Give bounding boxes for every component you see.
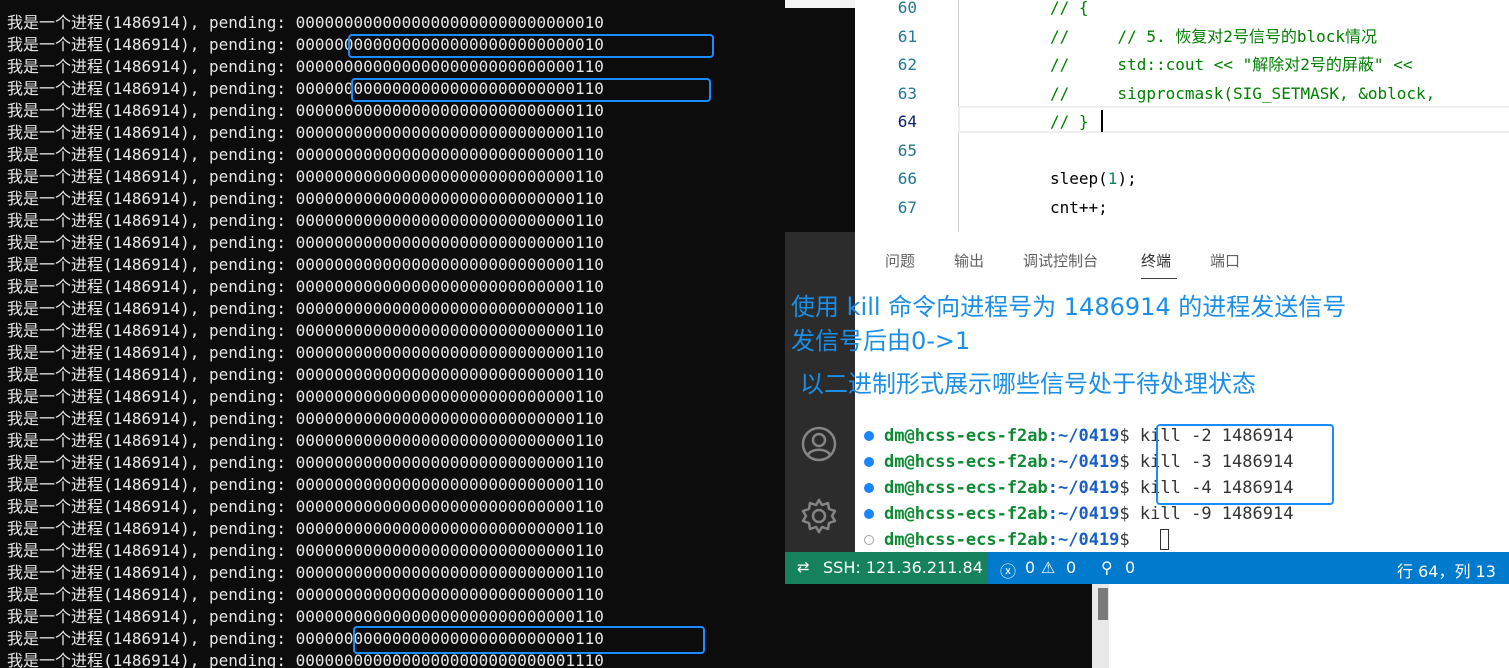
terminal-output-line: 我是一个进程(1486914), pending: 00000000000000… bbox=[7, 277, 604, 296]
prompt-symbol: $ bbox=[1119, 452, 1130, 472]
line-number: 64 bbox=[897, 112, 917, 131]
prompt-symbol: $ bbox=[1119, 478, 1130, 498]
prompt-path: :~/0419 bbox=[1047, 426, 1120, 446]
terminal-output-line: 我是一个进程(1486914), pending: 00000000000000… bbox=[7, 475, 604, 494]
command-status-icon[interactable] bbox=[864, 509, 874, 519]
prompt-user-host: dm@hcss-ecs-f2ab bbox=[884, 426, 1048, 446]
warning-count[interactable]: 0 bbox=[1066, 558, 1076, 577]
scrollbar-thumb[interactable] bbox=[1098, 588, 1108, 620]
terminal-command: kill -9 1486914 bbox=[1139, 504, 1294, 524]
annotation-kill-command: 使用 kill 命令向进程号为 1486914 的进程发送信号 bbox=[791, 293, 1347, 321]
line-number: 66 bbox=[897, 169, 917, 188]
line-number: 60 bbox=[897, 0, 917, 17]
terminal-output-line: 我是一个进程(1486914), pending: 00000000000000… bbox=[7, 299, 604, 318]
remote-indicator[interactable]: ⇄ SSH: 121.36.211.84 bbox=[785, 552, 988, 584]
account-icon[interactable] bbox=[799, 424, 839, 464]
pending-mask-highlight bbox=[351, 78, 711, 102]
terminal-output-line: 我是一个进程(1486914), pending: 00000000000000… bbox=[7, 233, 604, 252]
prompt-path: :~/0419 bbox=[1047, 478, 1120, 498]
annotation-binary-pending: 以二进制形式展示哪些信号处于待处理状态 bbox=[800, 370, 1256, 398]
window-edge bbox=[785, 0, 855, 8]
active-tab-indicator bbox=[1141, 278, 1177, 279]
code-line: // } bbox=[1050, 112, 1089, 131]
remote-icon: ⇄ bbox=[797, 558, 810, 576]
terminal-output-line: 我是一个进程(1486914), pending: 00000000000000… bbox=[7, 211, 604, 230]
command-status-icon[interactable] bbox=[864, 483, 874, 493]
terminal-output-line: 我是一个进程(1486914), pending: 00000000000000… bbox=[7, 519, 604, 538]
terminal-output-line: 我是一个进程(1486914), pending: 00000000000000… bbox=[7, 101, 604, 120]
tab-output[interactable]: 输出 bbox=[954, 250, 984, 271]
terminal-output-line: 我是一个进程(1486914), pending: 00000000000000… bbox=[7, 145, 604, 164]
annotation-zero-to-one: 发信号后由0->1 bbox=[791, 327, 971, 355]
terminal-output-line: 我是一个进程(1486914), pending: 00000000000000… bbox=[7, 387, 604, 406]
terminal-output-line: 我是一个进程(1486914), pending: 00000000000000… bbox=[7, 497, 604, 516]
pending-mask-highlight bbox=[348, 34, 714, 58]
kill-commands-highlight bbox=[1156, 424, 1334, 505]
ports-count[interactable]: 0 bbox=[1125, 558, 1135, 577]
command-status-icon[interactable] bbox=[864, 535, 874, 545]
prompt-path: :~/0419 bbox=[1047, 530, 1120, 550]
terminal-output-line: 我是一个进程(1486914), pending: 00000000000000… bbox=[7, 607, 604, 626]
terminal-cursor bbox=[1160, 529, 1169, 550]
gear-icon[interactable] bbox=[799, 496, 839, 536]
code-line: cnt++; bbox=[1050, 197, 1108, 217]
cursor-position[interactable]: 行 64，列 13 bbox=[1397, 558, 1496, 582]
code-line: // { bbox=[1050, 0, 1089, 17]
line-number: 63 bbox=[897, 83, 917, 103]
line-number: 62 bbox=[897, 55, 917, 74]
tab-ports[interactable]: 端口 bbox=[1210, 250, 1240, 271]
terminal-background bbox=[785, 584, 1092, 668]
terminal-output-line: 我是一个进程(1486914), pending: 00000000000000… bbox=[7, 343, 604, 362]
terminal-output-line: 我是一个进程(1486914), pending: 00000000000000… bbox=[7, 563, 604, 582]
pending-mask-highlight bbox=[353, 626, 705, 654]
line-number: 65 bbox=[897, 140, 917, 160]
terminal-output-line: 我是一个进程(1486914), pending: 00000000000000… bbox=[7, 431, 604, 450]
window-background bbox=[1092, 584, 1509, 668]
prompt-user-host: dm@hcss-ecs-f2ab bbox=[884, 478, 1048, 498]
tab-terminal[interactable]: 终端 bbox=[1141, 250, 1171, 271]
code-editor[interactable]: 60 61 62 63 64 65 66 67 // { // // 5. 恢复对2号信号的blo… bbox=[855, 0, 1509, 232]
prompt-symbol: $ bbox=[1119, 504, 1130, 524]
terminal-output-line: 我是一个进程(1486914), pending: 00000000000000… bbox=[7, 541, 604, 560]
current-line-highlight bbox=[958, 106, 1509, 133]
prompt-path: :~/0419 bbox=[1047, 504, 1120, 524]
terminal-output-line: 我是一个进程(1486914), pending: 00000000000000… bbox=[7, 189, 604, 208]
terminal-output-line: 我是一个进程(1486914), pending: 00000000000000… bbox=[7, 255, 604, 274]
terminal-output-line: 我是一个进程(1486914), pending: 00000000000000… bbox=[7, 57, 604, 76]
panel-tabs: 问题 输出 调试控制台 终端 端口 bbox=[855, 232, 1509, 288]
terminal-output-line: 我是一个进程(1486914), pending: 00000000000000… bbox=[7, 585, 604, 604]
terminal-prompt-line: dm@hcss-ecs-f2ab:~/0419$ bbox=[864, 527, 1140, 553]
tab-problems[interactable]: 问题 bbox=[885, 250, 915, 271]
ports-icon[interactable]: ⚲ bbox=[1101, 558, 1113, 577]
prompt-symbol: $ bbox=[1119, 426, 1130, 446]
terminal-output-line: 我是一个进程(1486914), pending: 00000000000000… bbox=[7, 365, 604, 384]
code-line: // std::cout << "解除对2号的屏蔽" << bbox=[1050, 55, 1413, 74]
terminal-output-line: 我是一个进程(1486914), pending: 00000000000000… bbox=[7, 13, 604, 32]
remote-label: SSH: 121.36.211.84 bbox=[823, 558, 983, 577]
tab-debug-console[interactable]: 调试控制台 bbox=[1023, 250, 1098, 271]
status-bar: ⇄ SSH: 121.36.211.84 ⓧ 0 ⚠ 0 ⚲ 0 行 64，列 … bbox=[785, 552, 1509, 584]
command-status-icon[interactable] bbox=[864, 431, 874, 441]
command-status-icon[interactable] bbox=[864, 457, 874, 467]
prompt-user-host: dm@hcss-ecs-f2ab bbox=[884, 504, 1048, 524]
terminal-output-line: 我是一个进程(1486914), pending: 00000000000000… bbox=[7, 453, 604, 472]
prompt-user-host: dm@hcss-ecs-f2ab bbox=[884, 452, 1048, 472]
terminal-output-line: 我是一个进程(1486914), pending: 00000000000000… bbox=[7, 409, 604, 428]
text-cursor bbox=[1101, 110, 1103, 132]
error-icon[interactable]: ⓧ bbox=[1000, 558, 1016, 582]
code-line: // sigprocmask(SIG_SETMASK, &oblock, bbox=[1050, 83, 1436, 103]
line-number: 61 bbox=[897, 26, 917, 46]
prompt-path: :~/0419 bbox=[1047, 452, 1120, 472]
terminal-output-line: 我是一个进程(1486914), pending: 00000000000000… bbox=[7, 321, 604, 340]
code-line: // // 5. 恢复对2号信号的block情况 bbox=[1050, 26, 1378, 46]
terminal-output-line: 我是一个进程(1486914), pending: 00000000000000… bbox=[7, 123, 604, 142]
prompt-user-host: dm@hcss-ecs-f2ab bbox=[884, 530, 1048, 550]
code-line: sleep(1); bbox=[1050, 169, 1137, 188]
terminal-output-line: 我是一个进程(1486914), pending: 00000000000000… bbox=[7, 167, 604, 186]
warning-icon[interactable]: ⚠ bbox=[1041, 558, 1055, 577]
error-count[interactable]: 0 bbox=[1025, 558, 1035, 577]
prompt-symbol: $ bbox=[1119, 530, 1130, 550]
line-number: 67 bbox=[897, 197, 917, 217]
